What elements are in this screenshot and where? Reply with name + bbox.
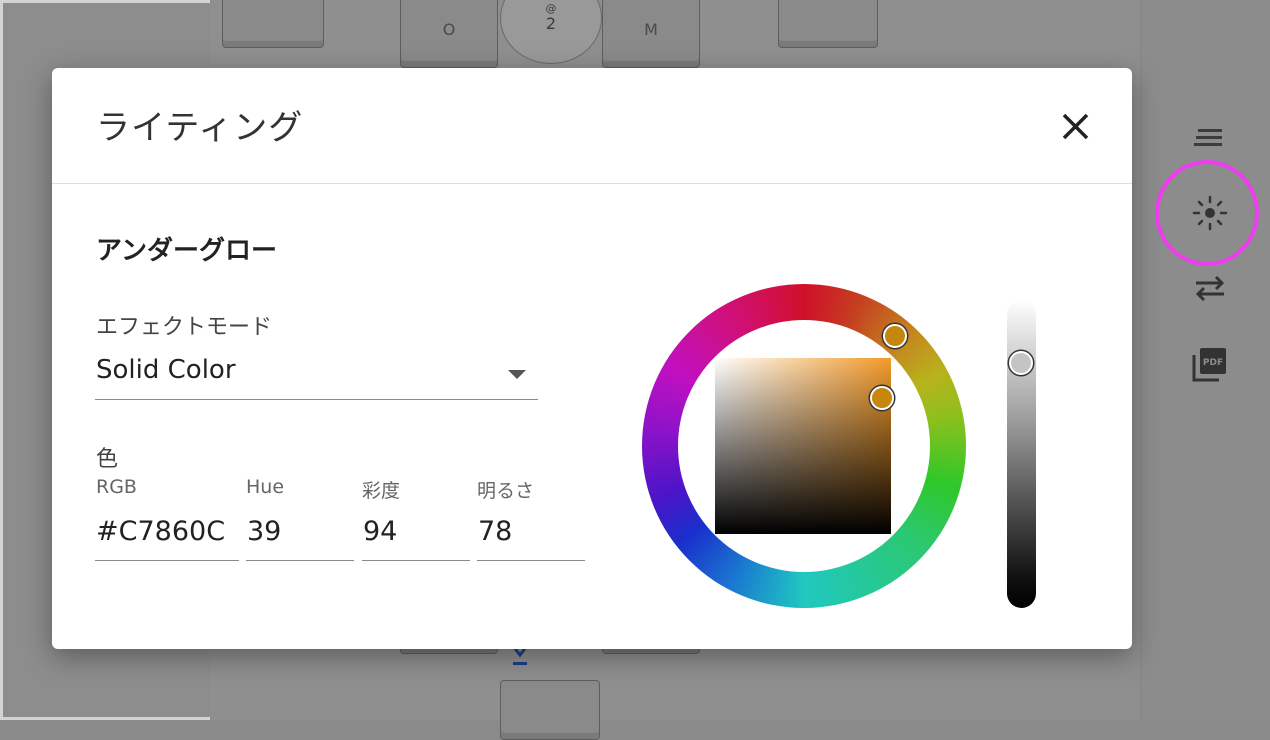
hue-handle[interactable]	[883, 324, 907, 348]
keyboard-key-o[interactable]: O	[400, 0, 498, 68]
keyboard-key[interactable]	[500, 680, 600, 740]
brightness-slider[interactable]	[1007, 300, 1036, 608]
brightness-slider-handle[interactable]	[1009, 351, 1033, 375]
lighting-dialog: ライティング アンダーグロー エフェクトモード Solid Color 色 RG…	[52, 68, 1132, 649]
rotary-encoder-dial[interactable]: @ 2	[500, 0, 602, 64]
svg-text:PDF: PDF	[1203, 358, 1223, 368]
dialog-title: ライティング	[96, 108, 304, 148]
dialog-header: ライティング	[52, 68, 1132, 184]
keyboard-key[interactable]	[778, 0, 878, 48]
keyboard-key[interactable]	[222, 0, 324, 48]
brightness-input[interactable]: 78	[477, 508, 585, 561]
effect-mode-value: Solid Color	[96, 355, 236, 385]
brightness-label: 明るさ	[477, 480, 535, 502]
saturation-label: 彩度	[362, 480, 401, 502]
highlight-ring	[1155, 160, 1259, 266]
swap-arrows-icon[interactable]	[1190, 268, 1230, 308]
section-title: アンダーグロー	[96, 236, 277, 266]
close-button[interactable]	[1054, 106, 1094, 146]
saturation-value-handle[interactable]	[870, 386, 894, 410]
saturation-input[interactable]: 94	[362, 508, 470, 561]
saturation-value-square[interactable]	[715, 358, 891, 534]
keyboard-key-m[interactable]: M	[602, 0, 700, 68]
hue-label: Hue	[246, 476, 285, 498]
rgb-input[interactable]: #C7860C	[95, 508, 239, 561]
pdf-icon[interactable]: PDF	[1190, 344, 1230, 384]
dropdown-arrow-icon	[508, 370, 526, 379]
close-icon	[1062, 113, 1089, 140]
effect-mode-label: エフェクトモード	[96, 315, 273, 340]
color-label: 色	[96, 447, 119, 472]
menu-lines-icon[interactable]	[1190, 118, 1230, 158]
rgb-label: RGB	[96, 476, 137, 498]
hue-input[interactable]: 39	[246, 508, 354, 561]
effect-mode-select[interactable]: Solid Color	[95, 348, 538, 400]
